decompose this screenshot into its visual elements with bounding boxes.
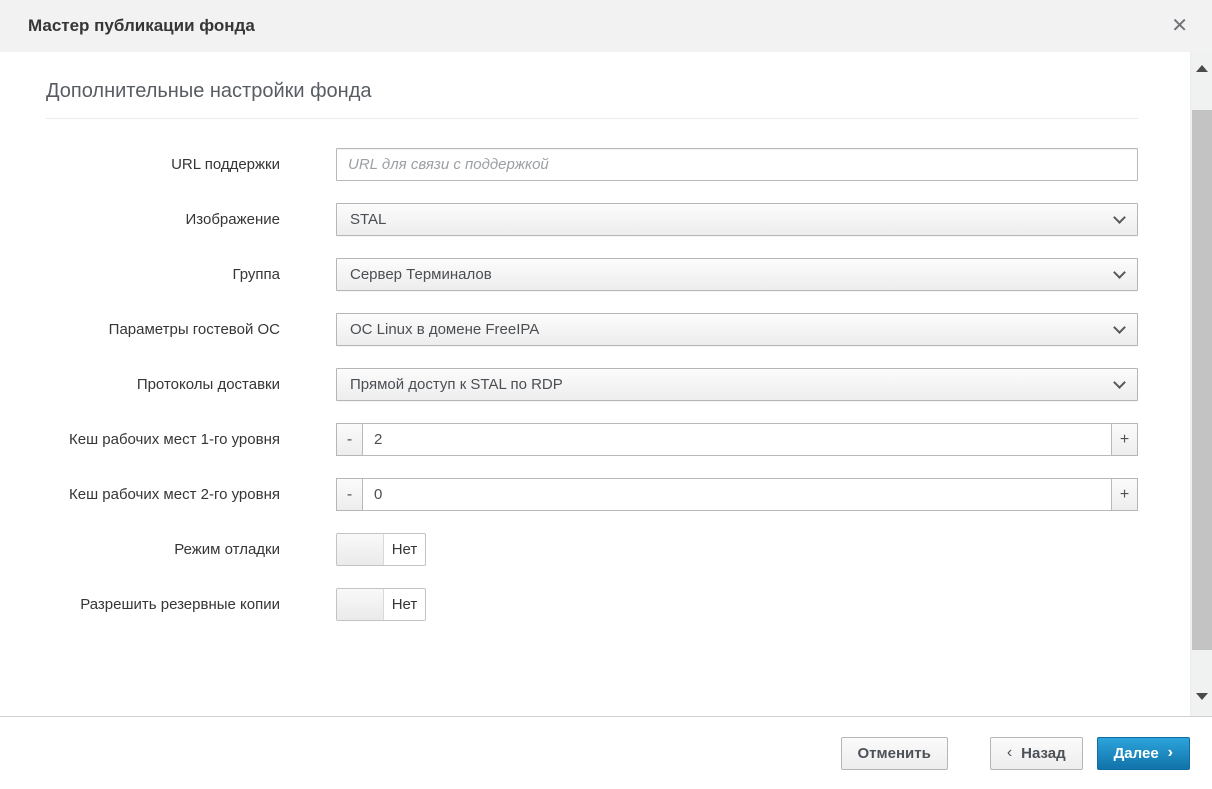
scroll-down-icon[interactable]: [1191, 684, 1212, 708]
wizard-header: Мастер публикации фонда ✕: [0, 0, 1212, 52]
delivery-protocols-select-value: Прямой доступ к STAL по RDP: [350, 376, 1115, 393]
delivery-protocols-select[interactable]: Прямой доступ к STAL по RDP: [336, 368, 1138, 401]
chevron-down-icon: [1113, 376, 1126, 389]
next-button[interactable]: Далее ›: [1097, 737, 1190, 770]
scroll-up-icon[interactable]: [1191, 56, 1212, 80]
toggle-handle: [337, 589, 384, 620]
support-url-input[interactable]: [336, 148, 1138, 181]
field-row-support-url: URL поддержки: [46, 148, 1138, 181]
cache-level-1-label: Кеш рабочих мест 1-го уровня: [46, 423, 280, 453]
debug-mode-toggle[interactable]: Нет: [336, 533, 426, 566]
image-select[interactable]: STAL: [336, 203, 1138, 236]
wizard-dialog: Мастер публикации фонда ✕ Дополнительные…: [0, 0, 1212, 789]
vertical-scrollbar[interactable]: [1190, 52, 1212, 716]
cancel-button[interactable]: Отменить: [841, 737, 948, 770]
minus-button[interactable]: -: [336, 478, 363, 511]
field-row-debug-mode: Режим отладки Нет: [46, 533, 1138, 566]
chevron-right-icon: ›: [1168, 745, 1173, 761]
close-icon[interactable]: ✕: [1171, 16, 1188, 36]
back-button[interactable]: ‹ Назад: [990, 737, 1083, 770]
cache-level-1-input[interactable]: [362, 423, 1112, 456]
toggle-state-label: Нет: [384, 589, 425, 620]
guest-os-label: Параметры гостевой ОС: [46, 313, 280, 343]
chevron-down-icon: [1113, 321, 1126, 334]
cache-level-2-input[interactable]: [362, 478, 1112, 511]
toggle-handle: [337, 534, 384, 565]
guest-os-select-value: ОС Linux в домене FreeIPA: [350, 321, 1115, 338]
chevron-down-icon: [1113, 266, 1126, 279]
minus-button[interactable]: -: [336, 423, 363, 456]
plus-button[interactable]: +: [1111, 478, 1138, 511]
section-title: Дополнительные настройки фонда: [46, 80, 1138, 119]
chevron-down-icon: [1113, 211, 1126, 224]
allow-backups-toggle[interactable]: Нет: [336, 588, 426, 621]
group-select[interactable]: Сервер Терминалов: [336, 258, 1138, 291]
scrollbar-thumb[interactable]: [1192, 110, 1212, 650]
allow-backups-label: Разрешить резервные копии: [46, 588, 280, 618]
wizard-footer: Отменить ‹ Назад Далее ›: [0, 716, 1212, 789]
back-button-label: Назад: [1021, 745, 1065, 762]
field-row-group: Группа Сервер Терминалов: [46, 258, 1138, 291]
wizard-step-body: Дополнительные настройки фонда URL подде…: [0, 52, 1190, 716]
cancel-button-label: Отменить: [858, 745, 931, 762]
chevron-left-icon: ‹: [1007, 745, 1012, 761]
dialog-title: Мастер публикации фонда: [28, 16, 255, 36]
toggle-state-label: Нет: [384, 534, 425, 565]
delivery-protocols-label: Протоколы доставки: [46, 368, 280, 398]
field-row-image: Изображение STAL: [46, 203, 1138, 236]
field-row-delivery-protocols: Протоколы доставки Прямой доступ к STAL …: [46, 368, 1138, 401]
debug-mode-label: Режим отладки: [46, 533, 280, 563]
cache-level-2-stepper: - +: [336, 478, 1138, 511]
field-row-allow-backups: Разрешить резервные копии Нет: [46, 588, 1138, 621]
image-label: Изображение: [46, 203, 280, 233]
cache-level-2-label: Кеш рабочих мест 2-го уровня: [46, 478, 280, 508]
cache-level-1-stepper: - +: [336, 423, 1138, 456]
guest-os-select[interactable]: ОС Linux в домене FreeIPA: [336, 313, 1138, 346]
field-row-guest-os: Параметры гостевой ОС ОС Linux в домене …: [46, 313, 1138, 346]
next-button-label: Далее: [1114, 745, 1159, 762]
image-select-value: STAL: [350, 211, 1115, 228]
plus-button[interactable]: +: [1111, 423, 1138, 456]
group-select-value: Сервер Терминалов: [350, 266, 1115, 283]
field-row-cache-level-1: Кеш рабочих мест 1-го уровня - +: [46, 423, 1138, 456]
field-row-cache-level-2: Кеш рабочих мест 2-го уровня - +: [46, 478, 1138, 511]
support-url-label: URL поддержки: [46, 148, 280, 178]
group-label: Группа: [46, 258, 280, 288]
